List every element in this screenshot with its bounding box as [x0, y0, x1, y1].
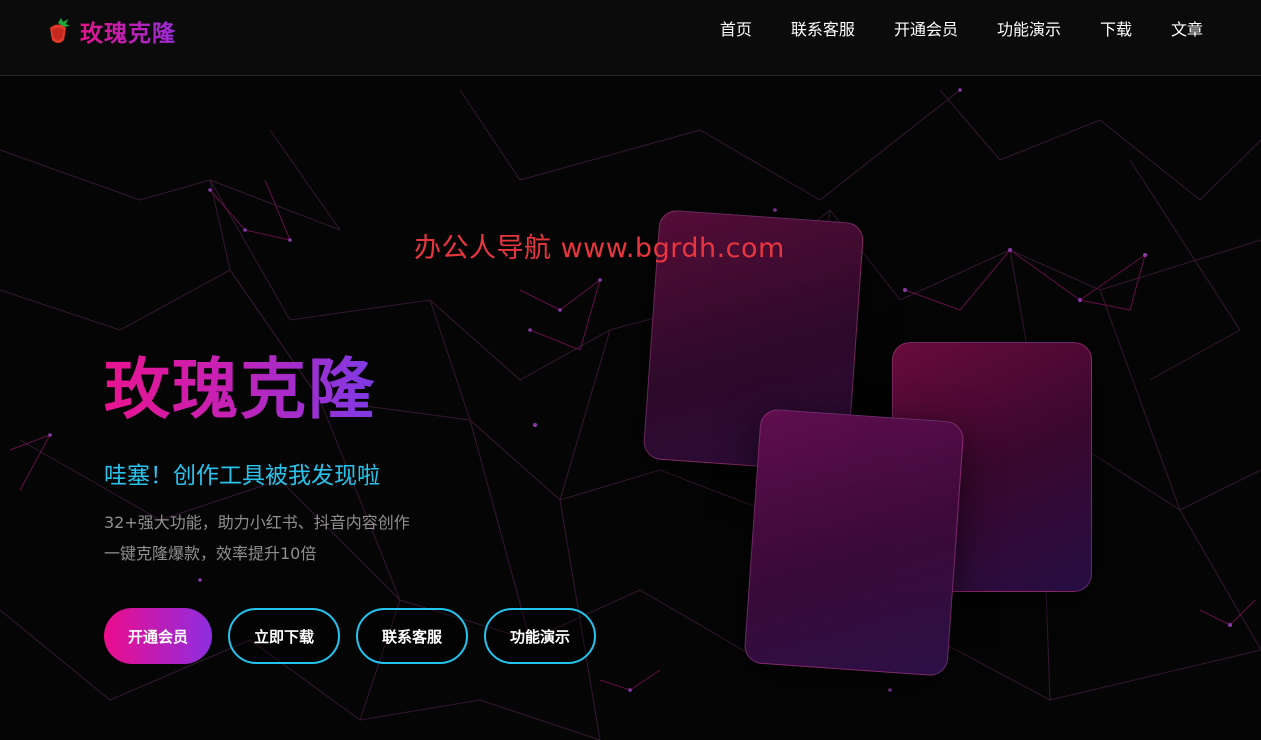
nav-download[interactable]: 下载	[1100, 19, 1132, 41]
brand-name: 玫瑰克隆	[80, 14, 176, 48]
feature-demo-button[interactable]: 功能演示	[484, 608, 596, 664]
contact-service-button[interactable]: 联系客服	[356, 608, 468, 664]
hero-description-line: 32+强大功能，助力小红书、抖音内容创作	[104, 513, 410, 532]
nav-join-member[interactable]: 开通会员	[894, 19, 958, 41]
nav-contact-service[interactable]: 联系客服	[791, 19, 855, 41]
rose-logo-icon	[50, 18, 70, 43]
main-nav: 首页 联系客服 开通会员 功能演示 下载 文章	[720, 19, 1203, 41]
nav-articles[interactable]: 文章	[1171, 19, 1203, 41]
brand[interactable]: 玫瑰克隆	[44, 14, 176, 48]
nav-feature-demo[interactable]: 功能演示	[997, 19, 1061, 41]
hero-title: 玫瑰克隆	[104, 336, 376, 432]
site-watermark: 办公人导航 www.bgrdh.com	[414, 233, 785, 264]
nav-home[interactable]: 首页	[720, 19, 752, 41]
hero-buttons: 开通会员 立即下载 联系客服 功能演示	[104, 608, 596, 664]
glass-card-3	[743, 408, 965, 677]
hero-description: 32+强大功能，助力小红书、抖音内容创作 一键克隆爆款，效率提升10倍	[104, 507, 410, 569]
hero-subtitle: 哇塞！创作工具被我发现啦	[104, 463, 380, 489]
download-now-button[interactable]: 立即下载	[228, 608, 340, 664]
join-member-button[interactable]: 开通会员	[104, 608, 212, 664]
top-nav-bar: 玫瑰克隆 首页 联系客服 开通会员 功能演示 下载 文章	[0, 0, 1261, 76]
hero-description-line: 一键克隆爆款，效率提升10倍	[104, 544, 317, 563]
